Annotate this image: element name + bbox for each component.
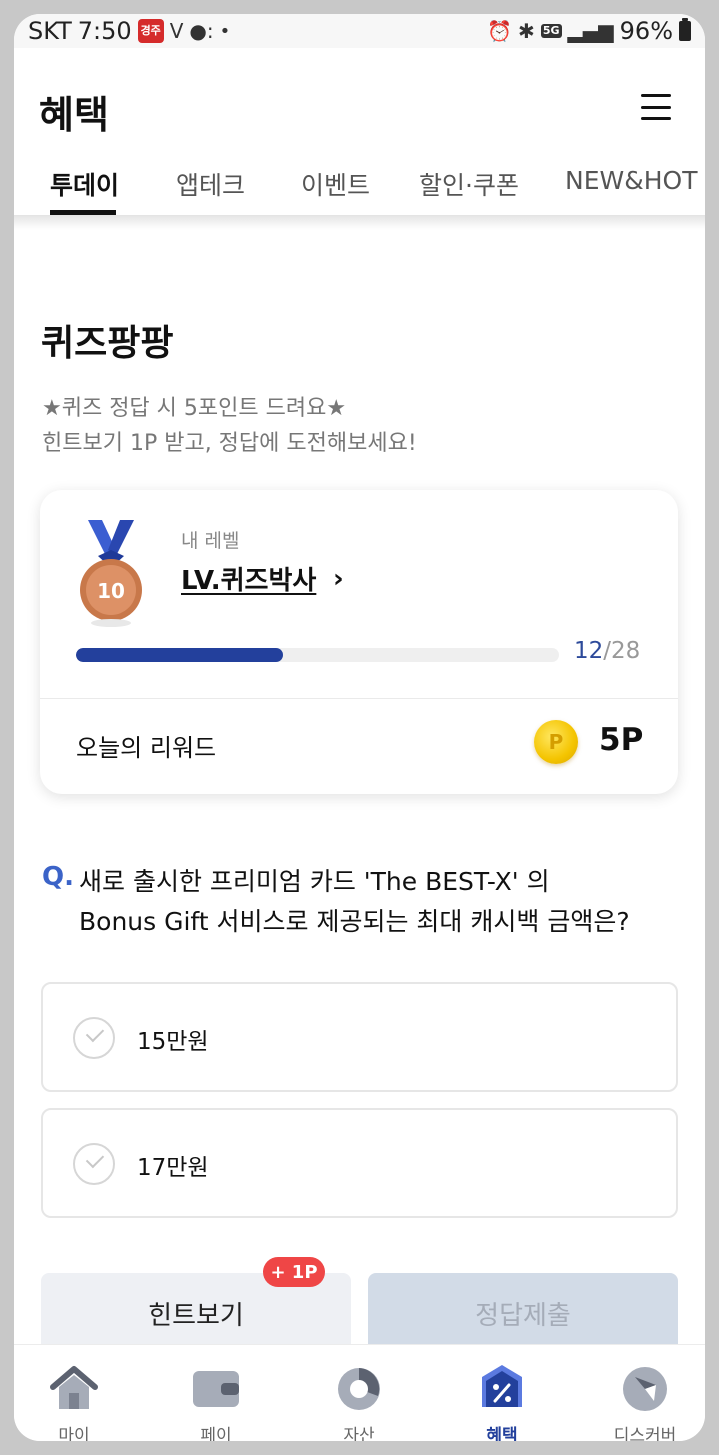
nav-label: 혜택 bbox=[486, 1426, 518, 1441]
progress-current: 12 bbox=[574, 638, 604, 664]
category-tabs: 투데이 앱테크 이벤트 할인·쿠폰 NEW&HOT bbox=[14, 138, 705, 216]
quiz-title: 퀴즈팡팡 bbox=[41, 323, 174, 364]
battery-percent: 96% bbox=[619, 17, 673, 45]
question-text-line2: Bonus Gift 서비스로 제공되는 최대 캐시백 금액은? bbox=[79, 907, 630, 936]
answer-option-label: 17만원 bbox=[137, 1155, 209, 1181]
wallet-icon bbox=[193, 1371, 239, 1407]
tab-divider bbox=[14, 216, 705, 230]
progress-total: /28 bbox=[603, 638, 641, 664]
network-5g-icon: 5G bbox=[540, 24, 562, 38]
level-name-link[interactable]: LV.퀴즈박사 bbox=[181, 560, 316, 597]
tab-apptech[interactable]: 앱테크 bbox=[176, 166, 245, 202]
answer-option-2[interactable]: 17만원 bbox=[41, 1108, 678, 1218]
battery-icon bbox=[679, 18, 691, 41]
active-tab-indicator bbox=[50, 210, 116, 215]
nav-item-benefits[interactable]: 혜택 bbox=[442, 1345, 562, 1441]
nav-label: 자산 bbox=[343, 1426, 375, 1441]
quiz-subtitle-2: 힌트보기 1P 받고, 정답에 도전해보세요! bbox=[42, 431, 417, 456]
check-circle-icon bbox=[73, 1017, 115, 1059]
hamburger-menu-icon[interactable] bbox=[641, 94, 671, 120]
coin-symbol: P bbox=[548, 730, 564, 754]
nav-label: 마이 bbox=[58, 1426, 90, 1441]
level-progress-bar bbox=[76, 648, 559, 662]
answer-option-1[interactable]: 15만원 bbox=[41, 982, 678, 1092]
question-text-line1: 새로 출시한 프리미엄 카드 'The BEST-X' 의 bbox=[79, 867, 550, 896]
page-title: 혜택 bbox=[39, 93, 109, 137]
tab-discount-coupon[interactable]: 할인·쿠폰 bbox=[419, 166, 519, 202]
clock: 7:50 bbox=[77, 17, 132, 45]
check-circle-icon bbox=[73, 1143, 115, 1185]
nav-label: 디스커버 bbox=[613, 1426, 677, 1441]
question-prefix: Q. bbox=[42, 862, 74, 892]
tab-today[interactable]: 투데이 bbox=[50, 166, 119, 202]
status-left: SKT 7:50 경주 V ●: • bbox=[28, 17, 230, 45]
vpn-notification-icon: V bbox=[169, 19, 184, 43]
my-level-label: 내 레벨 bbox=[181, 530, 240, 552]
level-progress-text: 12/28 bbox=[574, 638, 640, 664]
today-reward-label: 오늘의 리워드 bbox=[76, 734, 217, 762]
signal-icon: ▂▄▆ bbox=[567, 19, 614, 43]
tab-new-hot[interactable]: NEW&HOT bbox=[565, 166, 697, 195]
tab-event[interactable]: 이벤트 bbox=[301, 166, 370, 202]
app-header: 혜택 bbox=[14, 48, 705, 138]
answer-option-label: 15만원 bbox=[137, 1029, 209, 1055]
more-notifications-icon: • bbox=[219, 20, 231, 42]
app-notification-icon: 경주 bbox=[137, 19, 164, 43]
status-bar: SKT 7:50 경주 V ●: • ⏰ ✱ 5G ▂▄▆ 96% bbox=[14, 14, 705, 48]
nav-item-pay[interactable]: 페이 bbox=[156, 1345, 276, 1441]
chevron-right-icon[interactable]: › bbox=[333, 564, 344, 594]
nav-label: 페이 bbox=[200, 1426, 232, 1441]
carrier-label: SKT bbox=[28, 17, 72, 45]
hint-point-badge: + 1P bbox=[263, 1257, 325, 1287]
level-progress-fill bbox=[76, 648, 283, 662]
phone-screen: SKT 7:50 경주 V ●: • ⏰ ✱ 5G ▂▄▆ 96% 혜택 투데이… bbox=[14, 14, 705, 1441]
submit-answer-button[interactable]: 정답제출 bbox=[368, 1273, 678, 1353]
level-card: 10 내 레벨 LV.퀴즈박사 › 12/28 오늘의 리워드 P 5P bbox=[40, 490, 678, 794]
bluetooth-icon: ✱ bbox=[518, 19, 535, 43]
nav-item-assets[interactable]: 자산 bbox=[299, 1345, 419, 1441]
status-right: ⏰ ✱ 5G ▂▄▆ 96% bbox=[487, 17, 691, 45]
home-icon bbox=[50, 1366, 98, 1409]
benefit-tag-icon bbox=[482, 1365, 522, 1407]
nav-item-discover[interactable]: 디스커버 bbox=[585, 1345, 705, 1441]
card-divider bbox=[40, 698, 678, 699]
bottom-navigation: 마이 페이 자산 혜택 디스커버 bbox=[14, 1344, 705, 1441]
alarm-icon: ⏰ bbox=[487, 19, 513, 43]
today-reward-value: 5P bbox=[599, 722, 644, 758]
point-coin-icon: P bbox=[534, 720, 578, 764]
bronze-medal-icon: 10 bbox=[80, 520, 142, 627]
compass-icon bbox=[623, 1367, 667, 1411]
pie-chart-icon bbox=[338, 1368, 380, 1410]
nav-item-my[interactable]: 마이 bbox=[14, 1345, 134, 1441]
quiz-subtitle-1: ★퀴즈 정답 시 5포인트 드려요★ bbox=[42, 396, 347, 421]
medal-number: 10 bbox=[97, 579, 125, 603]
record-notification-icon: ●: bbox=[189, 19, 214, 43]
